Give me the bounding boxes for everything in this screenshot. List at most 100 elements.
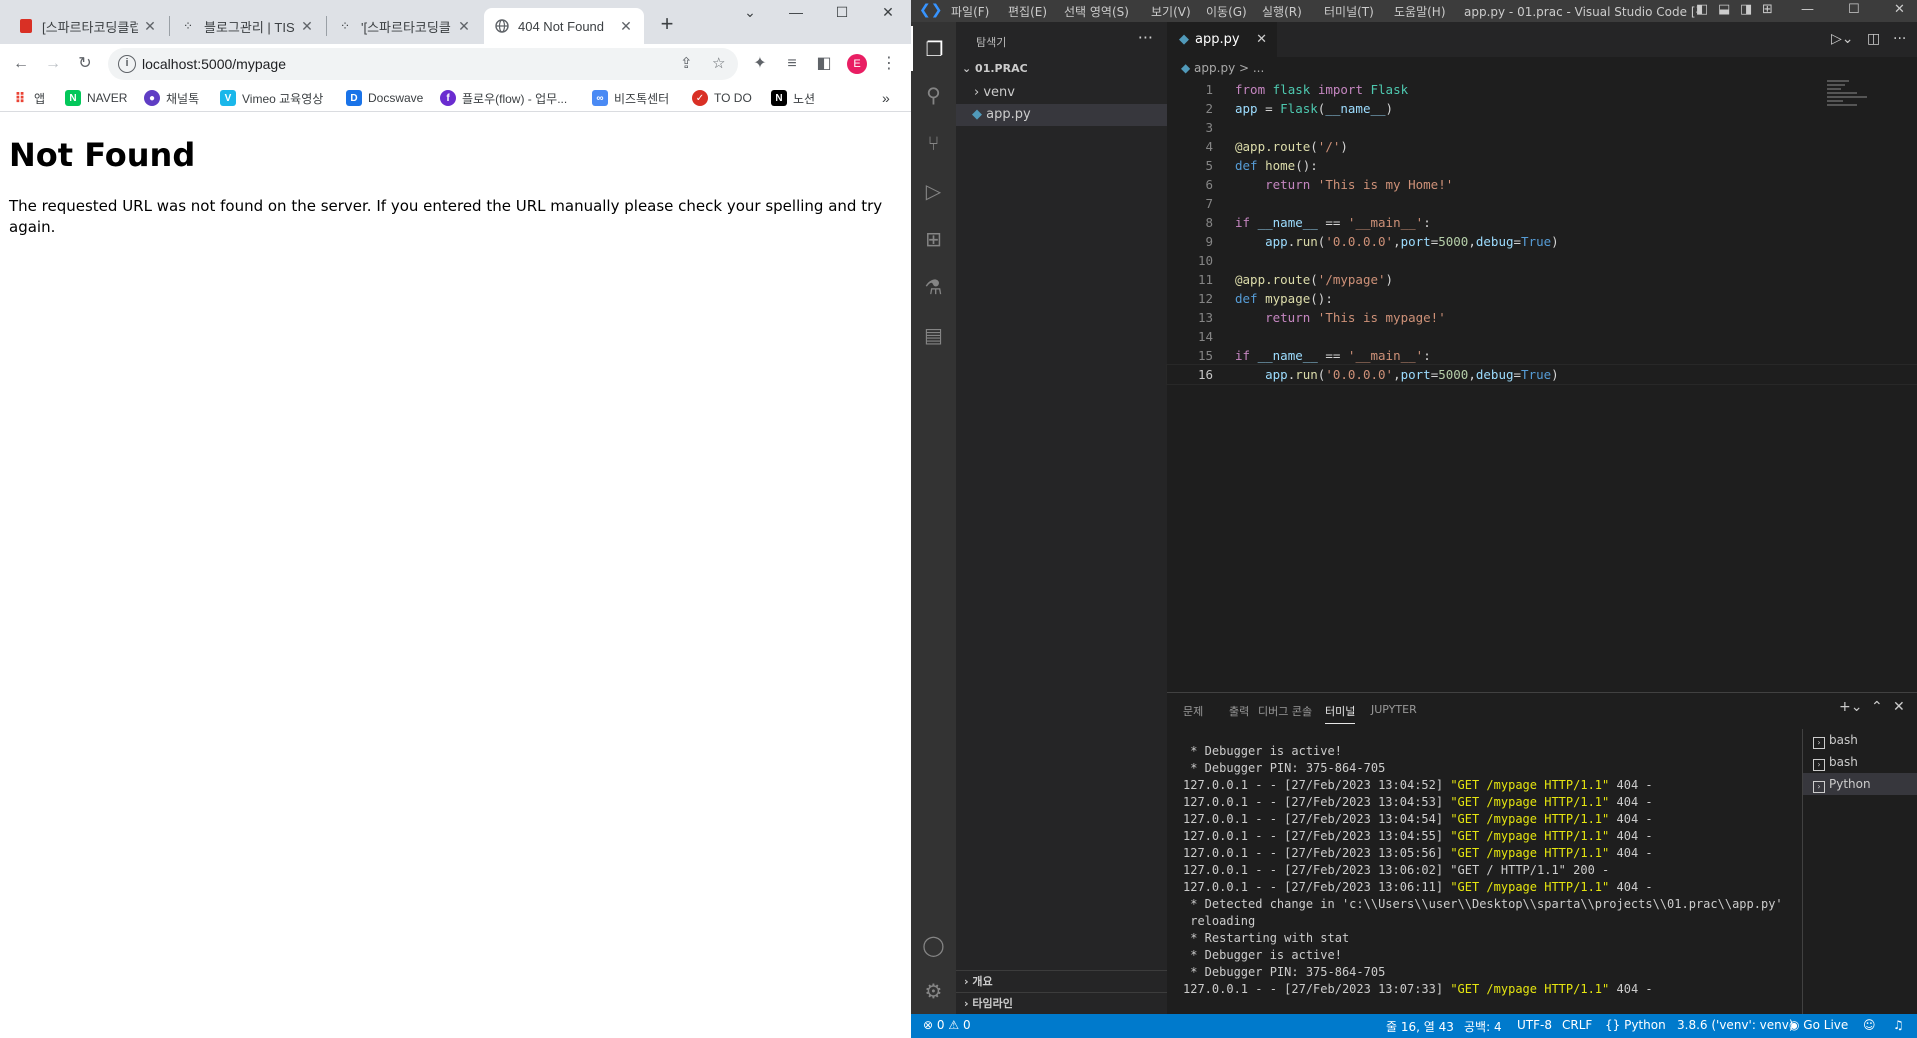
browser-tab-1[interactable]: [스파르타코딩클럽] ✕ [8,8,168,44]
go-live-button[interactable]: ◉ Go Live [1789,1018,1848,1032]
profile-avatar[interactable]: E [847,54,867,74]
toggle-panel-icon[interactable]: ⬓ [1718,2,1730,17]
tree-item-app-py[interactable]: ◆ app.py [956,104,1167,126]
forward-icon[interactable]: → [41,52,65,76]
customize-layout-icon[interactable]: ⊞ [1762,2,1773,17]
workspace-folder[interactable]: ⌄ 01.PRAC [962,62,1028,75]
bookmark-apps[interactable]: ⠿ 앱 [12,88,46,108]
bookmark-todo[interactable]: ✓ TO DO [692,88,752,108]
code-line: 4 @app.route('/') [1205,139,1348,154]
activity-bar: ❐ ⚲ ⑂ ▷ ⊞ ⚗ ▤ ◯ ⚙ [911,22,956,1014]
menu-go[interactable]: 이동(G) [1206,3,1247,20]
bookmark-star-icon[interactable]: ☆ [712,54,725,72]
maximize-panel-icon[interactable]: ⌃ [1871,699,1883,715]
timeline-section[interactable]: › 타임라인 [956,992,1167,1014]
settings-gear-icon[interactable]: ⚙ [911,968,956,1013]
notifications-bell-icon[interactable]: ♫ [1893,1018,1904,1032]
terminal-item-bash-1[interactable]: › bash [1803,729,1917,751]
bookmark-channeltalk[interactable]: ● 채널톡 [144,88,199,108]
close-panel-icon[interactable]: ✕ [1893,699,1905,715]
run-python-icon[interactable]: ▷⌄ [1831,22,1854,57]
panel-tab-terminal[interactable]: 터미널 [1325,703,1356,724]
code-view[interactable]: 1 from flask import Flask 2 app = Flask(__… [1166,80,1917,385]
minimap[interactable] [1827,80,1897,140]
bookmark-vimeo[interactable]: V Vimeo 교육영상 [220,88,323,108]
minimize-icon[interactable]: — [1801,2,1814,17]
editor-tab-app-py[interactable]: ◆ app.py ✕ [1167,22,1277,57]
more-bookmarks-icon[interactable]: » [882,88,890,108]
restore-icon[interactable]: ☐ [1848,2,1860,17]
toggle-secondary-sidebar-icon[interactable]: ◨ [1740,2,1752,17]
tab-search-icon[interactable]: ⌄ [727,0,773,24]
tree-item-venv[interactable]: › venv [956,82,1167,104]
language-mode[interactable]: {} Python [1605,1018,1666,1032]
share-icon[interactable]: ⇪ [680,54,693,72]
testing-flask-icon[interactable]: ⚗ [911,264,956,309]
close-window-icon[interactable]: ✕ [865,0,911,24]
bookmark-notion[interactable]: N 노션 [771,88,815,108]
terminal-item-python[interactable]: › Python [1803,773,1917,795]
terminal-item-bash-2[interactable]: › bash [1803,751,1917,773]
cursor-position[interactable]: 줄 16, 열 43 [1386,1018,1454,1035]
feedback-icon[interactable]: ☺ [1863,1018,1876,1032]
indentation[interactable]: 공백: 4 [1464,1018,1502,1035]
accounts-icon[interactable]: ◯ [911,922,956,967]
close-window-icon[interactable]: ✕ [1894,2,1905,17]
media-icon[interactable]: ≡ [780,52,804,76]
reload-icon[interactable]: ↻ [73,52,97,76]
problems-status[interactable]: ⊗ 0 ⚠ 0 [923,1018,971,1032]
panel-tab-problems[interactable]: 문제 [1183,703,1203,719]
new-tab-button[interactable]: + [653,10,681,38]
more-actions-icon[interactable]: ··· [1893,22,1906,57]
toggle-sidebar-icon[interactable]: ◧ [1696,2,1708,17]
extensions-icon[interactable]: ⊞ [911,216,956,261]
menu-selection[interactable]: 선택 영역(S) [1064,3,1129,20]
menu-run[interactable]: 실행(R) [1262,3,1302,20]
close-tab-icon[interactable]: ✕ [456,18,472,35]
side-panel-icon[interactable]: ◧ [812,52,836,76]
site-info-icon[interactable]: i [118,55,136,73]
encoding[interactable]: UTF-8 [1517,1018,1552,1032]
address-bar[interactable]: i localhost:5000/mypage ⇪ ☆ [108,48,738,80]
bookmark-biztalk[interactable]: ∞ 비즈톡센터 [592,88,669,108]
terminal-line: 127.0.0.1 - - [27/Feb/2023 13:04:54] "GE… [1183,812,1653,826]
menu-file[interactable]: 파일(F) [951,3,989,20]
browser-tab-active[interactable]: 404 Not Found ✕ [484,8,644,44]
split-editor-icon[interactable]: ◫ [1867,22,1880,57]
bookmark-flow[interactable]: f 플로우(flow) - 업무... [440,88,567,108]
minimize-icon[interactable]: — [773,0,819,24]
browser-tab-3[interactable]: ⁘ '[스파르타코딩클럽] ✕ [327,8,482,44]
close-tab-icon[interactable]: ✕ [618,18,634,35]
menu-help[interactable]: 도움말(H) [1394,3,1446,20]
menu-edit[interactable]: 편집(E) [1008,3,1047,20]
bookmark-docswave[interactable]: D Docswave [346,88,423,108]
menu-terminal[interactable]: 터미널(T) [1324,3,1374,20]
panel-tab-output[interactable]: 출력 [1229,703,1249,719]
panel-tab-jupyter[interactable]: JUPYTER [1371,703,1417,716]
explorer-icon[interactable]: ❐ [911,26,956,71]
run-debug-icon[interactable]: ▷ [911,168,956,213]
terminal-output[interactable]: * Debugger is active! * Debugger PIN: 37… [1183,743,1783,998]
bookmark-naver[interactable]: N NAVER [65,88,127,108]
search-icon[interactable]: ⚲ [911,72,956,117]
maximize-icon[interactable]: ☐ [819,0,865,24]
line-ending[interactable]: CRLF [1562,1018,1592,1032]
terminal-line: reloading [1183,914,1256,928]
menu-view[interactable]: 보기(V) [1151,3,1191,20]
remote-explorer-icon[interactable]: ▤ [911,312,956,357]
close-tab-icon[interactable]: ✕ [299,18,315,35]
source-control-icon[interactable]: ⑂ [911,120,956,165]
more-actions-icon[interactable]: ··· [1138,28,1153,47]
breadcrumb[interactable]: ◆ app.py > ... [1181,57,1264,79]
kebab-menu-icon[interactable]: ⋮ [877,52,901,76]
back-icon[interactable]: ← [9,52,33,76]
python-interpreter[interactable]: 3.8.6 ('venv': venv) [1677,1018,1794,1032]
chevron-right-icon: › [974,85,984,100]
panel-tab-debug-console[interactable]: 디버그 콘솔 [1258,703,1312,719]
close-tab-icon[interactable]: ✕ [142,18,158,35]
extensions-icon[interactable]: ✦ [748,52,772,76]
new-terminal-icon[interactable]: +⌄ [1839,699,1862,715]
browser-tab-2[interactable]: ⁘ 블로그관리 | TISTORY ✕ [170,8,325,44]
outline-section[interactable]: › 개요 [956,970,1167,992]
close-tab-icon[interactable]: ✕ [1256,22,1267,57]
